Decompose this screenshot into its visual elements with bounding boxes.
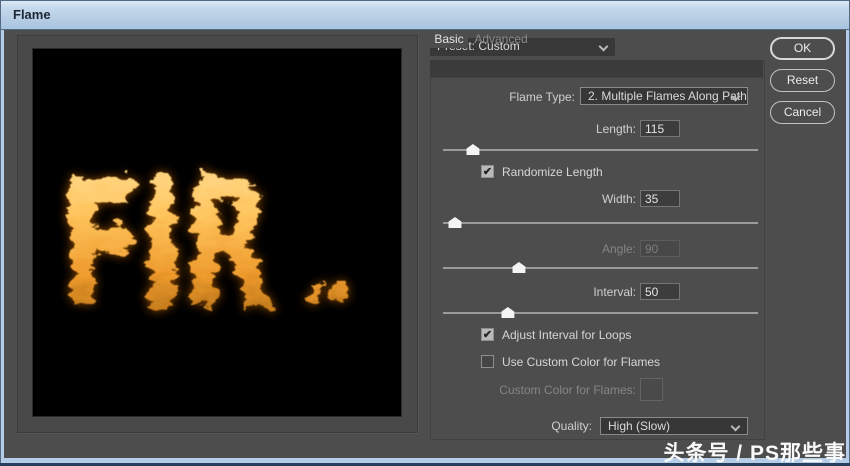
tab-basic[interactable]: Basic [430, 30, 468, 48]
adjust-interval-checkbox[interactable]: ✔ [481, 328, 494, 341]
window-title: Flame [13, 7, 51, 22]
angle-slider-track[interactable] [443, 267, 758, 269]
tab-basic-label: Basic [434, 32, 464, 46]
checkmark-icon: ✔ [482, 329, 493, 341]
interval-slider[interactable] [443, 306, 758, 319]
tab-advanced[interactable]: Advanced [468, 30, 534, 48]
chevron-down-icon [732, 423, 739, 430]
flame-type-label: Flame Type: [509, 90, 575, 104]
use-custom-color-checkbox[interactable] [481, 355, 494, 368]
flame-dialog: Flame FIR .. FIR .. Preset: Custom Basic… [0, 0, 850, 466]
length-slider-thumb[interactable] [466, 144, 480, 155]
interval-input[interactable] [640, 283, 680, 300]
chevron-down-icon [732, 93, 739, 100]
use-custom-color-label: Use Custom Color for Flames [502, 355, 661, 369]
flame-preview-dots: .. [304, 201, 352, 330]
length-label: Length: [595, 122, 636, 136]
angle-input [640, 240, 680, 257]
custom-color-label: Custom Color for Flames: [499, 383, 636, 397]
dialog-body: FIR .. FIR .. Preset: Custom Basic Advan… [4, 30, 846, 458]
width-input[interactable] [640, 190, 680, 207]
interval-slider-track[interactable] [443, 312, 758, 314]
interval-label: Interval: [593, 285, 636, 299]
width-slider-track[interactable] [443, 222, 758, 224]
flame-preview-image: FIR .. FIR .. [33, 49, 401, 416]
flame-type-dropdown[interactable]: 2. Multiple Flames Along Path [580, 87, 748, 105]
flame-preview-text: FIR [61, 142, 273, 348]
quality-label: Quality: [551, 419, 592, 433]
tabstrip [430, 60, 763, 78]
quality-value: High (Slow) [608, 419, 671, 433]
titlebar[interactable]: Flame [0, 0, 850, 30]
checkmark-icon: ✔ [482, 166, 493, 178]
chevron-down-icon [600, 43, 607, 50]
length-slider-track[interactable] [443, 149, 758, 151]
width-slider[interactable] [443, 216, 758, 229]
angle-label: Angle: [601, 242, 636, 256]
cancel-button[interactable]: Cancel [770, 101, 835, 124]
preview-canvas[interactable]: FIR .. FIR .. [32, 48, 402, 417]
ok-button[interactable]: OK [770, 37, 835, 60]
watermark: 头条号 / PS那些事 [663, 442, 846, 465]
custom-color-swatch [640, 378, 663, 401]
randomize-length-label: Randomize Length [502, 165, 603, 179]
width-label: Width: [601, 192, 636, 206]
width-slider-thumb[interactable] [448, 217, 462, 228]
angle-slider-thumb[interactable] [512, 262, 526, 273]
tab-advanced-label: Advanced [474, 32, 528, 46]
preview-panel: FIR .. FIR .. [17, 35, 418, 433]
interval-slider-thumb[interactable] [501, 307, 515, 318]
length-slider[interactable] [443, 143, 758, 156]
flame-type-value: 2. Multiple Flames Along Path [588, 89, 747, 103]
reset-button[interactable]: Reset [770, 69, 835, 92]
length-input[interactable] [640, 120, 680, 137]
adjust-interval-label: Adjust Interval for Loops [502, 328, 632, 342]
quality-dropdown[interactable]: High (Slow) [600, 417, 748, 435]
randomize-length-checkbox[interactable]: ✔ [481, 165, 494, 178]
angle-slider[interactable] [443, 261, 758, 274]
